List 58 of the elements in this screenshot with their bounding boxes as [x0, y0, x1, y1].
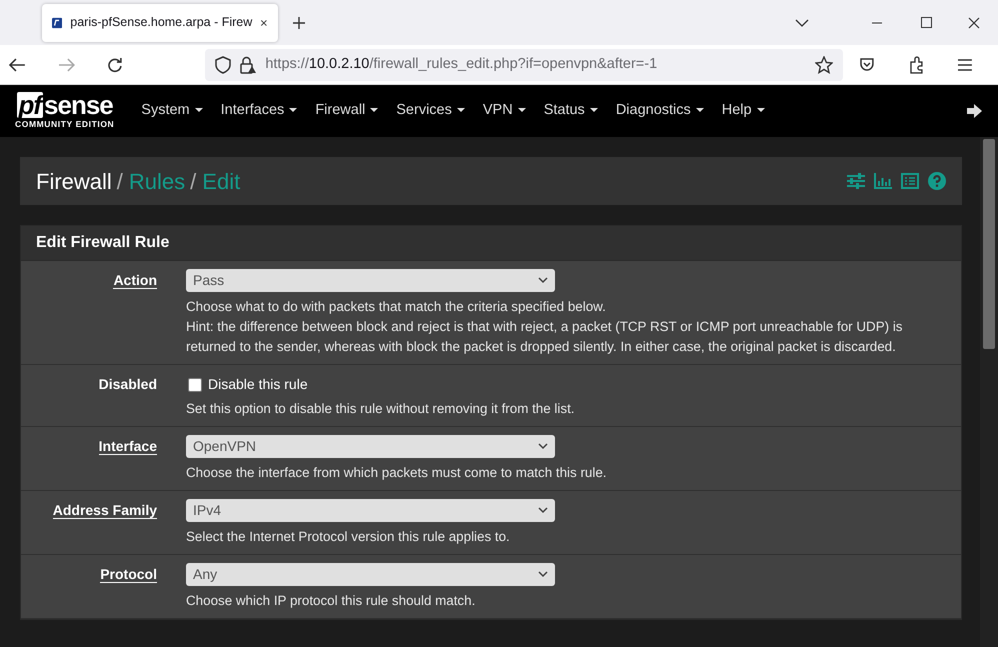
tab-title: paris-pfSense.home.arpa - Firew	[70, 14, 252, 32]
checkbox-label[interactable]: Disable this rule	[208, 374, 308, 395]
dropdown[interactable]: Pass	[186, 269, 555, 292]
dropdown[interactable]: OpenVPN	[186, 435, 555, 458]
reload-icon[interactable]	[107, 56, 124, 72]
menu-item[interactable]: VPN	[474, 100, 535, 122]
panel-title: Edit Firewall Rule	[21, 226, 961, 261]
menu-item[interactable]: Status	[534, 100, 607, 122]
star-icon[interactable]	[814, 56, 833, 74]
help-text: Set this option to disable this rule without removing it from the list.	[186, 400, 575, 418]
chevron-icon	[538, 571, 548, 578]
dropdown[interactable]: Any	[186, 563, 555, 586]
list-icon[interactable]	[901, 173, 919, 189]
breadcrumb-separator: /	[116, 168, 123, 196]
menu-item[interactable]: System	[132, 100, 212, 122]
new-tab-icon[interactable]	[292, 16, 306, 30]
menu-item[interactable]: Firewall	[306, 100, 388, 122]
field-label: Protocol	[100, 566, 157, 583]
help-text: returned to the sender, whereas with block the packet is dropped silently. In either case, the original packet is discarded.	[186, 338, 897, 356]
maximize-icon[interactable]	[921, 17, 932, 28]
address-bar[interactable]: https://10.0.2.10/firewall_rules_edit.php?if=openvpn&after=-1	[205, 48, 843, 80]
scrollbar-thumb[interactable]	[983, 139, 995, 349]
help-text: Choose which IP protocol this rule should match.	[186, 592, 476, 610]
chevron-icon	[538, 443, 548, 450]
logout-icon[interactable]	[966, 103, 984, 119]
help-text: Choose the interface from which packets must come to match this rule.	[186, 464, 606, 482]
logo[interactable]: pfsense COMMUNITY EDITION	[15, 92, 114, 130]
back-icon[interactable]	[8, 56, 26, 72]
field-label: Interface	[98, 438, 157, 455]
breadcrumb-item: Firewall	[36, 168, 112, 196]
chevron-icon	[538, 277, 548, 284]
pocket-icon[interactable]	[858, 56, 875, 72]
breadcrumb-link[interactable]: Edit	[202, 164, 240, 198]
checkbox[interactable]	[188, 378, 202, 392]
breadcrumb-separator: /	[190, 168, 196, 196]
dropdown-icon[interactable]	[795, 18, 809, 28]
browser-tab[interactable]: paris-pfSense.home.arpa - Firew	[42, 4, 278, 42]
shield-icon	[215, 56, 232, 74]
help-text: Choose what to do with packets that match the criteria specified below.	[186, 298, 607, 316]
menu-item[interactable]: Services	[387, 100, 474, 122]
bar-chart-icon[interactable]	[874, 173, 892, 189]
field-label: Address Family	[52, 502, 157, 519]
menu-item[interactable]: Diagnostics	[606, 100, 713, 122]
menu-item[interactable]: Interfaces	[212, 100, 306, 122]
menu-icon[interactable]	[958, 58, 972, 70]
chevron-icon	[538, 507, 548, 514]
field-label: Action	[113, 272, 157, 289]
sliders-icon[interactable]	[847, 173, 865, 189]
help-text: Hint: the difference between block and reject is that with reject, a packet (TCP RST or ICMP port unreachable for UDP) is	[186, 318, 902, 336]
help-text: Select the Internet Protocol version this rule applies to.	[186, 528, 511, 546]
url-text: https://10.0.2.10/firewall_rules_edit.php?if=openvpn&after=-1	[265, 54, 658, 74]
breadcrumb-link[interactable]: Rules	[128, 164, 186, 198]
lock-icon	[239, 56, 258, 74]
close-icon[interactable]	[968, 16, 980, 28]
menu-item[interactable]: Help	[712, 100, 774, 122]
help-icon[interactable]	[928, 172, 946, 190]
dropdown[interactable]: IPv4	[186, 499, 555, 522]
field-label: Disabled	[98, 376, 157, 392]
